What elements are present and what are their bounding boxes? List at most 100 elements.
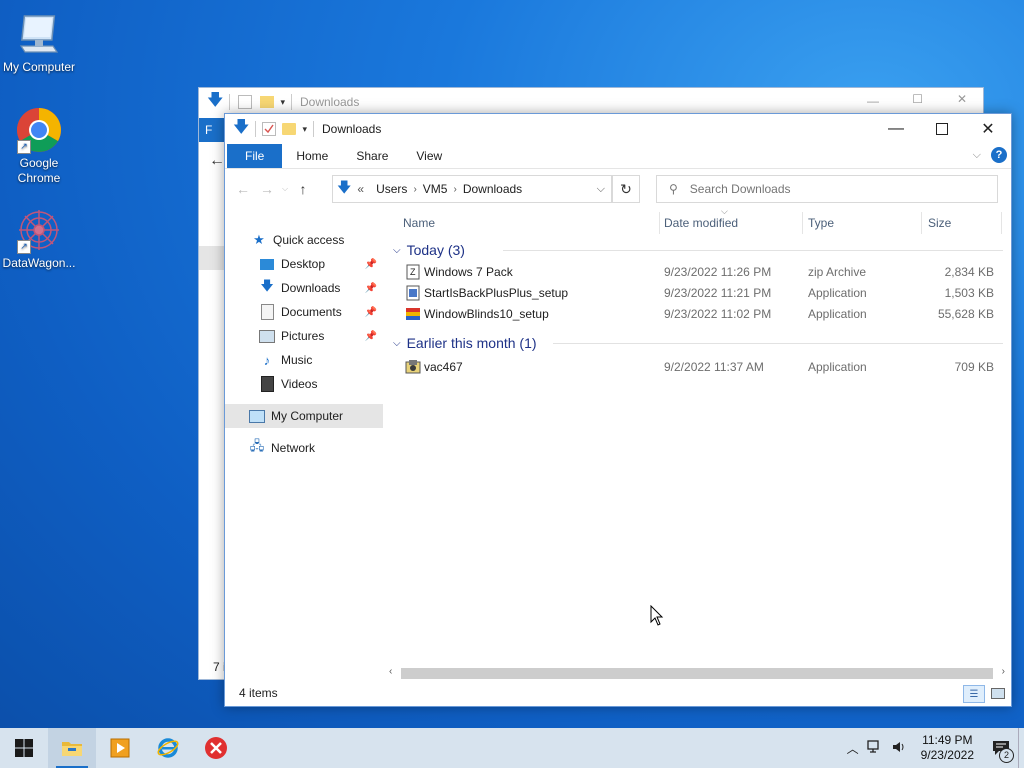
start-button[interactable]	[0, 728, 48, 768]
new-folder-icon[interactable]	[282, 123, 297, 135]
nav-item-desktop[interactable]: Desktop 📌	[225, 252, 383, 276]
file-row[interactable]: Z Windows 7 Pack 9/23/2022 11:26 PM zip …	[391, 262, 1003, 283]
tab-file[interactable]: File	[227, 144, 283, 168]
large-icons-view-icon[interactable]	[989, 685, 1007, 701]
nav-item-music[interactable]: ♪ Music	[225, 348, 383, 372]
maximize-icon[interactable]: ☐	[912, 92, 923, 106]
pictures-icon	[259, 328, 275, 344]
quick-access-down-icon[interactable]: 🡇	[233, 116, 249, 143]
search-box[interactable]: ⚲	[656, 175, 998, 203]
maximize-icon	[936, 123, 948, 135]
chevron-down-icon[interactable]: ⌵	[393, 338, 401, 349]
column-type[interactable]: Type	[808, 216, 834, 230]
taskbar-red-app[interactable]	[192, 728, 240, 768]
nav-item-network[interactable]: 🖧 Network	[225, 436, 383, 460]
nav-item-pictures[interactable]: Pictures 📌	[225, 324, 383, 348]
nav-item-quick-access[interactable]: ★ Quick access	[225, 228, 383, 252]
pin-icon[interactable]: 📌	[365, 259, 377, 270]
breadcrumb-downloads[interactable]: Downloads	[457, 182, 528, 196]
scroll-right-icon[interactable]: ›	[1002, 666, 1005, 677]
group-header-earlier-this-month[interactable]: ⌵ Earlier this month (1)	[391, 331, 1003, 355]
file-date: 9/23/2022 11:21 PM	[664, 286, 772, 300]
new-folder-icon[interactable]	[260, 96, 275, 108]
shortcut-arrow-icon: ↗	[17, 240, 31, 254]
minimize-icon[interactable]: —	[867, 94, 879, 108]
file-row[interactable]: WindowBlinds10_setup 9/23/2022 11:02 PM …	[391, 304, 1003, 325]
column-date-modified[interactable]: Date modified	[664, 216, 738, 230]
back-nav-icon[interactable]: ←	[209, 152, 225, 170]
taskbar-internet-explorer[interactable]	[144, 728, 192, 768]
address-bar[interactable]: 🡇 « Users › VM5 › Downloads ⌵	[332, 175, 612, 203]
dropdown-caret-icon[interactable]: ▾	[280, 97, 285, 108]
column-name[interactable]: Name	[403, 216, 435, 230]
quick-access-down-icon[interactable]: 🡇	[207, 89, 223, 116]
tab-share[interactable]: Share	[342, 144, 402, 168]
group-header-today[interactable]: ⌵ Today (3)	[391, 238, 1003, 262]
scroll-left-icon[interactable]: ‹	[389, 666, 392, 677]
file-row[interactable]: StartIsBackPlusPlus_setup 9/23/2022 11:2…	[391, 283, 1003, 304]
title-bar[interactable]: 🡇 ▾ Downloads — ✕	[225, 114, 1011, 144]
breadcrumb-users[interactable]: Users	[370, 182, 413, 196]
clock-time: 11:49 PM	[922, 733, 973, 747]
file-name: WindowBlinds10_setup	[424, 307, 549, 321]
breadcrumb-vm5[interactable]: VM5	[417, 182, 454, 196]
nav-item-label: Videos	[281, 377, 318, 391]
show-desktop-button[interactable]	[1018, 728, 1024, 768]
chevron-down-icon[interactable]: ⌵	[393, 245, 401, 256]
column-divider[interactable]	[802, 212, 803, 234]
network-status-icon[interactable]	[863, 739, 887, 757]
explorer-window[interactable]: 🡇 ▾ Downloads — ✕ File Home Share View ⌵…	[224, 113, 1012, 707]
action-center-button[interactable]: 2	[984, 728, 1018, 768]
file-type: Application	[808, 286, 867, 300]
back-arrow-icon[interactable]: ←	[231, 181, 255, 197]
address-dropdown-icon[interactable]: ⌵	[597, 183, 605, 196]
refresh-button[interactable]: ↻	[612, 175, 640, 203]
recent-locations-caret-icon[interactable]: ⌵	[279, 184, 291, 194]
breadcrumb-overflow[interactable]: «	[351, 182, 370, 196]
minimize-button[interactable]: —	[873, 114, 919, 144]
column-divider[interactable]	[1001, 212, 1002, 234]
properties-checkbox-icon[interactable]	[238, 95, 253, 109]
desktop-icon-my-computer[interactable]: My Computer	[0, 10, 78, 75]
nav-item-my-computer[interactable]: My Computer	[225, 404, 383, 428]
search-input[interactable]	[687, 181, 982, 197]
pin-icon[interactable]: 📌	[365, 283, 377, 294]
ribbon-file-tab[interactable]: F	[199, 118, 225, 142]
taskbar-file-explorer[interactable]	[48, 728, 96, 768]
taskbar-media-player[interactable]	[96, 728, 144, 768]
column-size[interactable]: Size	[928, 216, 951, 230]
up-arrow-icon[interactable]: ↑	[291, 181, 315, 197]
file-explorer-icon	[62, 742, 82, 756]
column-divider[interactable]	[921, 212, 922, 234]
pin-icon[interactable]: 📌	[365, 331, 377, 342]
nav-item-documents[interactable]: Documents 📌	[225, 300, 383, 324]
show-hidden-icons-chevron-icon[interactable]: ︿	[843, 740, 863, 757]
star-icon: ★	[253, 232, 265, 247]
maximize-button[interactable]	[919, 114, 965, 144]
volume-icon[interactable]	[887, 740, 911, 757]
pin-icon[interactable]: 📌	[365, 307, 377, 318]
tab-view[interactable]: View	[402, 144, 456, 168]
scrollbar-thumb[interactable]	[401, 668, 993, 679]
forward-arrow-icon[interactable]: →	[255, 181, 279, 197]
expand-ribbon-chevron-icon[interactable]: ⌵	[973, 149, 981, 162]
details-view-icon[interactable]: ☰	[963, 685, 985, 703]
properties-checkbox-icon[interactable]	[262, 122, 277, 136]
desktop-icon-google-chrome[interactable]: ↗ Google Chrome	[0, 106, 78, 186]
horizontal-scrollbar[interactable]: ‹ ›	[387, 665, 1007, 682]
file-type: Application	[808, 307, 867, 321]
close-icon[interactable]: ✕	[957, 92, 967, 106]
dropdown-caret-icon[interactable]: ▾	[302, 124, 307, 135]
help-icon[interactable]: ?	[991, 147, 1007, 163]
clock[interactable]: 11:49 PM 9/23/2022	[911, 733, 984, 763]
nav-item-videos[interactable]: Videos	[225, 372, 383, 396]
tab-home[interactable]: Home	[282, 144, 342, 168]
desktop-icon-datawagon[interactable]: ↗ DataWagon...	[0, 206, 78, 271]
file-row[interactable]: vac467 9/2/2022 11:37 AM Application 709…	[391, 357, 1003, 378]
folder-download-icon: 🡇	[337, 179, 352, 195]
nav-item-downloads[interactable]: 🡇 Downloads 📌	[225, 276, 383, 300]
column-divider[interactable]	[659, 212, 660, 234]
close-button[interactable]: ✕	[965, 114, 1011, 144]
windowblinds-icon	[405, 306, 421, 322]
chrome-icon: ↗	[15, 106, 63, 154]
